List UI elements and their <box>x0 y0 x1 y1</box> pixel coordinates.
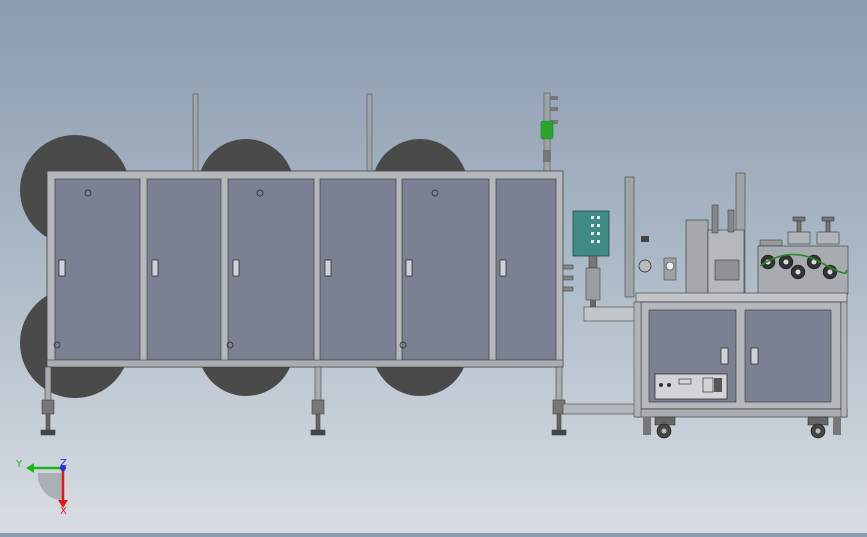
processing-machine <box>624 172 849 439</box>
door-panel-3 <box>227 178 315 361</box>
cad-viewport[interactable]: X Y Z <box>0 0 867 533</box>
x-axis-label: X <box>60 506 67 517</box>
pneumatic-column <box>540 92 558 174</box>
casters <box>643 416 841 439</box>
z-axis-label: Z <box>60 458 67 469</box>
control-console <box>572 210 610 308</box>
connector-beam <box>562 403 644 415</box>
door-panel-1 <box>54 178 141 361</box>
cabinet-legs <box>40 366 567 436</box>
y-axis-label: Y <box>15 459 23 470</box>
orientation-triad[interactable]: X Y Z <box>15 458 68 517</box>
infeed-table <box>583 306 637 322</box>
pneumatic-valve <box>540 120 554 140</box>
door-panel-4 <box>319 178 397 361</box>
y-axis-arrowhead <box>26 463 34 473</box>
machine-drawing: X Y Z <box>15 92 849 517</box>
feed-cabinet <box>46 170 564 368</box>
triad-plane <box>38 473 64 500</box>
door-panel-5 <box>401 178 490 361</box>
